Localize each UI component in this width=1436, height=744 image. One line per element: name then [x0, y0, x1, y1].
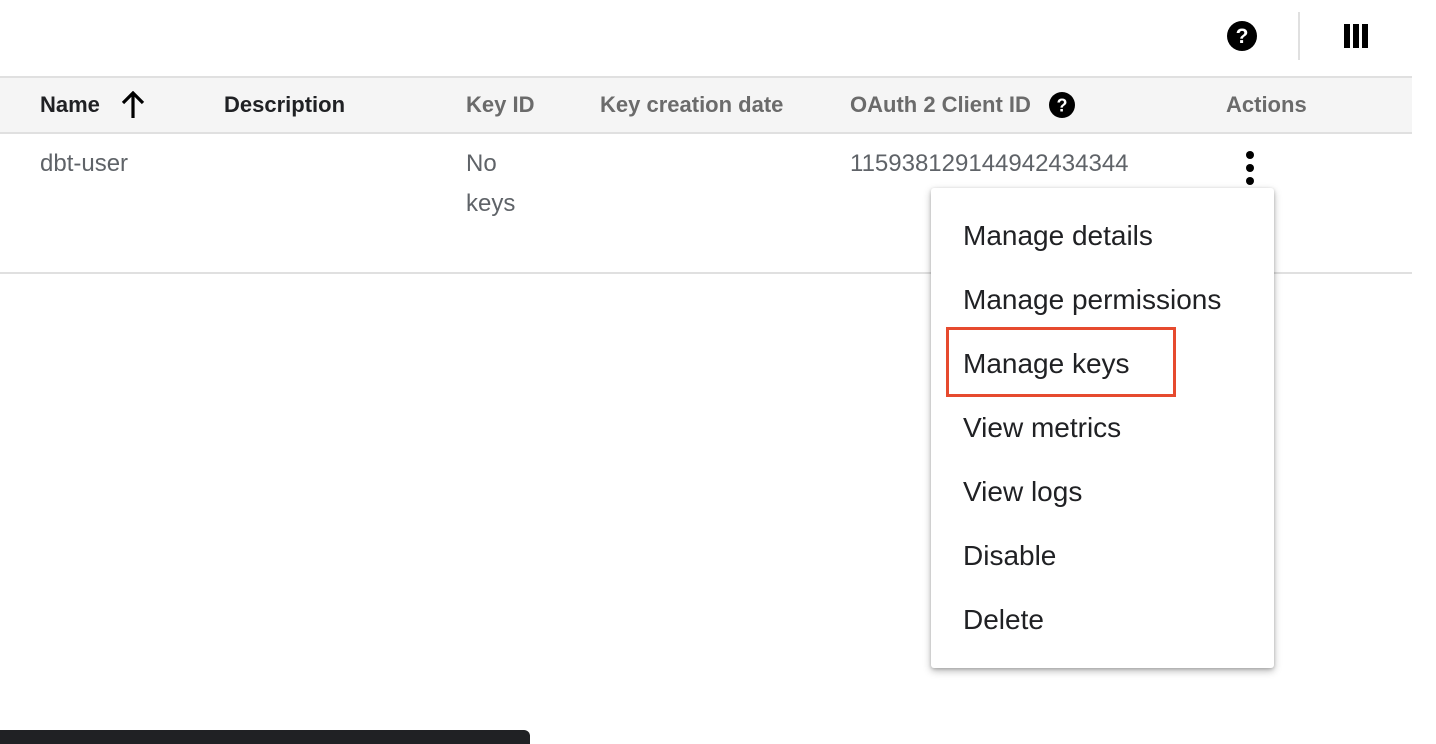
column-header-key-id-label: Key ID: [466, 92, 535, 117]
table-header: Name Description Key ID Key creation dat…: [0, 76, 1412, 134]
help-icon[interactable]: ?: [1226, 20, 1258, 52]
column-header-actions-label: Actions: [1226, 92, 1307, 117]
toolbar-divider: [1298, 12, 1300, 60]
svg-text:?: ?: [1236, 25, 1249, 48]
column-header-description-label: Description: [224, 92, 346, 117]
svg-text:?: ?: [1056, 96, 1067, 116]
menu-item-view-logs[interactable]: View logs: [963, 460, 1082, 524]
view-column-icon[interactable]: [1340, 20, 1372, 52]
column-header-key-creation-date: Key creation date: [600, 78, 783, 132]
service-accounts-page: ? Name Description Key ID Key creation d…: [0, 0, 1436, 744]
menu-item-delete[interactable]: Delete: [963, 588, 1044, 652]
column-header-description[interactable]: Description: [224, 78, 345, 132]
menu-item-disable[interactable]: Disable: [963, 524, 1056, 588]
arrow-up-icon[interactable]: [118, 90, 148, 120]
more-vert-icon[interactable]: [1236, 148, 1264, 188]
column-header-name[interactable]: Name: [40, 78, 148, 132]
column-header-oauth-client-id-label: OAuth 2 Client ID: [850, 92, 1031, 117]
column-header-key-id: Key ID: [466, 78, 534, 132]
cell-oauth-client-id: 115938129144942434344: [850, 150, 1129, 177]
column-header-oauth-client-id: OAuth 2 Client ID ?: [850, 78, 1077, 132]
column-header-actions: Actions: [1226, 78, 1307, 132]
cell-name[interactable]: dbt-user: [40, 144, 128, 184]
menu-item-manage-details[interactable]: Manage details: [963, 204, 1153, 268]
column-header-name-label: Name: [40, 92, 100, 117]
cell-key-id: No keys: [466, 150, 516, 217]
menu-item-manage-permissions[interactable]: Manage permissions: [963, 268, 1221, 332]
snackbar: [0, 730, 530, 744]
help-circle-icon[interactable]: ?: [1047, 90, 1077, 120]
actions-menu: Manage details Manage permissions Manage…: [931, 188, 1274, 668]
menu-item-view-metrics[interactable]: View metrics: [963, 396, 1121, 460]
column-header-key-creation-date-label: Key creation date: [600, 92, 784, 117]
highlight-annotation: [946, 327, 1176, 397]
